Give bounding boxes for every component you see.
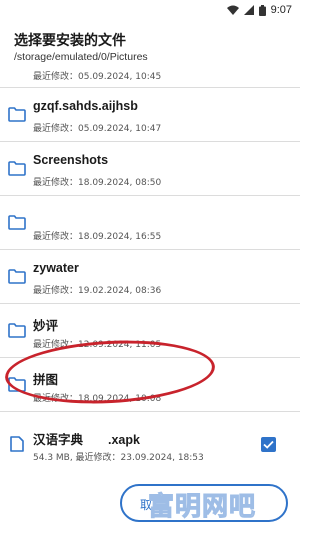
item-modified: 最近修改：05.09.2024, 10:45 [33, 72, 162, 82]
file-list[interactable]: 最近修改：05.09.2024, 10:45 gzqf.sahds.aijhsb… [0, 68, 300, 488]
list-item[interactable]: 最近修改：05.09.2024, 10:45 [0, 68, 300, 88]
dialog-header: 选择要安装的文件 /storage/emulated/0/Pictures [0, 22, 300, 68]
folder-icon [8, 161, 26, 176]
folder-icon [8, 377, 26, 392]
item-name: 拼图 [33, 373, 59, 387]
list-item[interactable]: zywater 最近修改：19.02.2024, 08:36 [0, 250, 300, 304]
dialog-title: 选择要安装的文件 [14, 33, 126, 49]
checkmark-icon [263, 440, 274, 449]
wifi-icon [226, 5, 239, 15]
list-item[interactable]: Screenshots 最近修改：18.09.2024, 08:50 [0, 142, 300, 196]
item-modified: 最近修改：18.09.2024, 16:55 [33, 232, 162, 242]
file-item-selected[interactable]: 汉语字典 .xapk 54.3 MB, 最近修改：23.09.2024, 18:… [0, 416, 300, 470]
item-name: zywater [33, 261, 79, 275]
item-modified: 最近修改：18.09.2024, 10:08 [33, 394, 162, 404]
signal-icon [243, 5, 254, 15]
status-icons: 9:07 [226, 4, 292, 16]
status-time: 9:07 [270, 4, 292, 16]
folder-icon [8, 215, 26, 230]
current-path: /storage/emulated/0/Pictures [14, 51, 148, 63]
item-modified: 最近修改：18.09.2024, 08:50 [33, 178, 162, 188]
list-item[interactable]: gzqf.sahds.aijhsb 最近修改：05.09.2024, 10:47 [0, 88, 300, 142]
item-name: 汉语字典 .xapk [33, 433, 140, 447]
folder-icon [8, 107, 26, 122]
cancel-button-label: 取 [140, 498, 153, 512]
select-checkbox[interactable] [261, 437, 276, 452]
folder-icon [8, 269, 26, 284]
item-modified: 最近修改：19.02.2024, 08:36 [33, 286, 162, 296]
item-modified: 最近修改：12.09.2024, 11:05 [33, 340, 162, 350]
cancel-button[interactable]: 取 [120, 484, 288, 522]
list-item[interactable]: 妙评 最近修改：12.09.2024, 11:05 [0, 304, 300, 358]
status-bar: 9:07 [0, 0, 300, 22]
file-icon [10, 436, 24, 452]
list-item[interactable]: 最近修改：18.09.2024, 16:55 [0, 196, 300, 250]
item-modified: 54.3 MB, 最近修改：23.09.2024, 18:53 [33, 453, 204, 463]
item-name: Screenshots [33, 153, 109, 167]
item-modified: 最近修改：05.09.2024, 10:47 [33, 124, 162, 134]
item-name: gzqf.sahds.aijhsb [33, 99, 138, 113]
item-name: 妙评 [33, 319, 59, 333]
folder-icon [8, 323, 26, 338]
battery-icon [258, 4, 266, 16]
list-item[interactable]: 拼图 最近修改：18.09.2024, 10:08 [0, 358, 300, 412]
